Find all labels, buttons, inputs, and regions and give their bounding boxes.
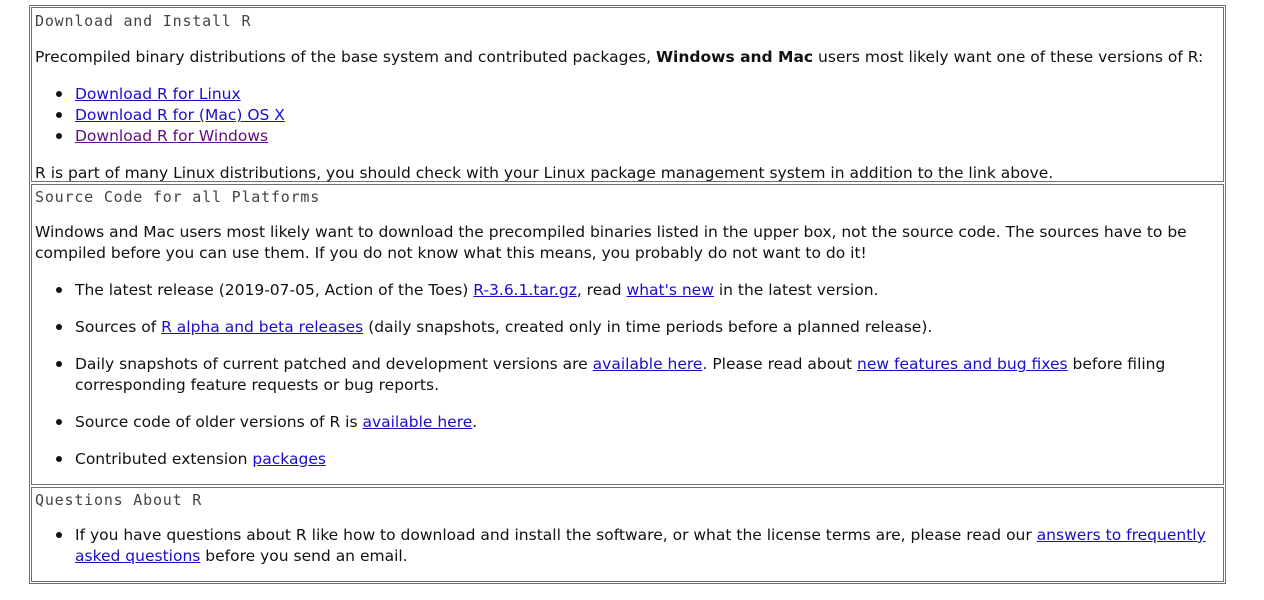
faq-item: If you have questions about R like how t… <box>32 525 1209 567</box>
windows-mac-emphasis: Windows and Mac <box>655 48 814 66</box>
download-macos-link[interactable]: Download R for (Mac) OS X <box>75 106 285 124</box>
source-code-section: Source Code for all Platforms Windows an… <box>31 184 1224 485</box>
list-item: Download R for (Mac) OS X <box>32 105 285 126</box>
bullet-icon <box>56 91 62 97</box>
r-tarball-link[interactable]: R-3.6.1.tar.gz <box>473 281 577 299</box>
list-item: Download R for Windows <box>32 126 285 147</box>
questions-section: Questions About R If you have questions … <box>31 487 1224 582</box>
download-install-section: Download and Install R Precompiled binar… <box>31 7 1224 182</box>
contributed-packages-item: Contributed extension packages <box>32 449 1209 470</box>
download-links-list: Download R for Linux Download R for (Mac… <box>32 84 285 147</box>
bullet-icon <box>56 287 62 293</box>
list-item: Download R for Linux <box>32 84 285 105</box>
bullet-icon <box>56 361 62 367</box>
bullet-icon <box>56 532 62 538</box>
bullet-icon <box>56 324 62 330</box>
daily-snapshots-item: Daily snapshots of current patched and d… <box>32 354 1209 396</box>
alpha-beta-sources-item: Sources of R alpha and beta releases (da… <box>32 317 1209 338</box>
older-versions-item: Source code of older versions of R is av… <box>32 412 1209 433</box>
section-title-source: Source Code for all Platforms <box>35 188 321 206</box>
whats-new-link[interactable]: what's new <box>627 281 714 299</box>
bullet-icon <box>56 419 62 425</box>
linux-distribution-note: R is part of many Linux distributions, y… <box>35 164 1054 182</box>
alpha-beta-releases-link[interactable]: R alpha and beta releases <box>161 318 363 336</box>
older-versions-available-link[interactable]: available here <box>362 413 472 431</box>
section-title-questions: Questions About R <box>35 491 203 509</box>
bullet-icon <box>56 112 62 118</box>
new-features-bug-fixes-link[interactable]: new features and bug fixes <box>857 355 1068 373</box>
content-frame: Download and Install R Precompiled binar… <box>29 5 1226 584</box>
download-linux-link[interactable]: Download R for Linux <box>75 85 241 103</box>
download-intro-text: Precompiled binary distributions of the … <box>35 48 1204 66</box>
source-intro-text: Windows and Mac users most likely want t… <box>35 223 1187 262</box>
latest-release-item: The latest release (2019-07-05, Action o… <box>32 280 1209 301</box>
daily-snapshots-available-link[interactable]: available here <box>593 355 703 373</box>
section-title-download: Download and Install R <box>35 12 252 30</box>
bullet-icon <box>56 133 62 139</box>
packages-link[interactable]: packages <box>252 450 326 468</box>
download-windows-link[interactable]: Download R for Windows <box>75 127 268 145</box>
bullet-icon <box>56 456 62 462</box>
